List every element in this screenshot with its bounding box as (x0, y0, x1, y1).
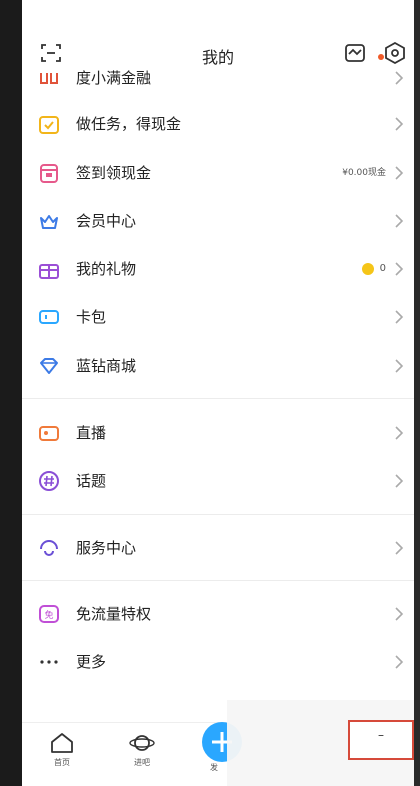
menu-item-topics[interactable]: 话题 (22, 457, 414, 505)
post-label: 发 (210, 763, 218, 772)
finance-icon (40, 73, 58, 84)
home-icon (51, 733, 73, 753)
chevron-right-icon (395, 607, 404, 621)
chevron-right-icon (395, 262, 404, 276)
chevron-right-icon (395, 541, 404, 555)
menu-item-tasks[interactable]: 做任务，得现金 (22, 100, 414, 148)
section-divider (22, 580, 414, 581)
card-wallet-icon (39, 310, 59, 324)
nav-enter-bar[interactable]: 进吧 (117, 731, 167, 768)
device-frame-left (0, 0, 22, 786)
live-tv-icon (39, 426, 59, 441)
section-divider (22, 514, 414, 515)
gift-count: 0 (379, 263, 386, 274)
chevron-right-icon (395, 214, 404, 228)
menu-item-checkin[interactable]: 签到领现金 ¥0.00现金 (22, 149, 414, 197)
chevron-right-icon (395, 166, 404, 180)
menu-item-live[interactable]: 直播 (22, 409, 414, 457)
section-divider (22, 398, 414, 399)
menu-item-service-center[interactable]: 服务中心 (22, 524, 414, 572)
menu-item-finance[interactable]: 度小满金融 (22, 54, 414, 102)
menu-item-gifts[interactable]: 我的礼物 0 (22, 245, 414, 293)
chevron-right-icon (395, 426, 404, 440)
free-data-icon: 免 (39, 605, 59, 623)
checkin-jar-icon (40, 164, 58, 183)
coin-icon (361, 263, 374, 275)
planet-icon (129, 735, 155, 751)
chevron-right-icon (395, 310, 404, 324)
menu-item-free-data[interactable]: 免 免流量特权 (22, 590, 414, 638)
menu-item-card-wallet[interactable]: 卡包 (22, 293, 414, 341)
menu-item-membership[interactable]: 会员中心 (22, 197, 414, 245)
crown-icon (40, 215, 58, 229)
more-dots-icon (40, 660, 58, 664)
nav-home[interactable]: 首页 (37, 731, 87, 768)
cash-balance: ¥0.00现金 (342, 168, 386, 178)
diamond-icon (40, 358, 58, 374)
svg-text:免: 免 (44, 609, 53, 621)
overlay-window[interactable]: – (348, 720, 414, 760)
screen: 我的 度小满金融 做任务，得现金 签到领现金 ¥0.00现金 会员中心 我的礼物… (22, 0, 414, 786)
gift-icon (39, 264, 59, 279)
chevron-right-icon (395, 359, 404, 373)
minimize-icon: – (378, 728, 384, 742)
service-headset-icon (40, 540, 58, 556)
task-calendar-icon (39, 116, 59, 134)
chevron-right-icon (395, 71, 404, 85)
chevron-right-icon (395, 655, 404, 669)
notification-dot (378, 54, 384, 60)
menu-item-blue-diamond-mall[interactable]: 蓝钻商城 (22, 342, 414, 390)
menu-item-more[interactable]: 更多 (22, 638, 414, 686)
hashtag-icon (39, 471, 59, 491)
chevron-right-icon (395, 474, 404, 488)
chevron-right-icon (395, 117, 404, 131)
device-frame-right (414, 0, 420, 786)
